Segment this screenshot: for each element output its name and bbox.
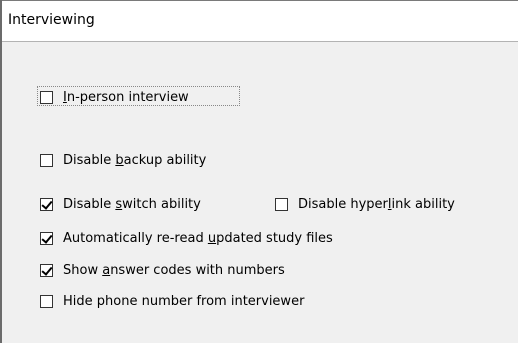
options-panel: In-person interview Disable backup abili…	[2, 42, 518, 343]
checkbox-label: Show answer codes with numbers	[63, 262, 285, 278]
checkbox-box[interactable]	[40, 153, 53, 167]
checkbox-label: Automatically re-read updated study file…	[63, 230, 333, 246]
checkbox-box[interactable]	[40, 263, 53, 277]
disable-hyperlink-ability-checkbox[interactable]: Disable hyperlink ability	[275, 194, 455, 214]
show-answer-codes-checkbox[interactable]: Show answer codes with numbers	[40, 260, 285, 280]
section-header: Interviewing	[2, 1, 518, 41]
in-person-interview-checkbox[interactable]: In-person interview	[40, 87, 189, 107]
disable-switch-ability-checkbox[interactable]: Disable switch ability	[40, 194, 201, 214]
checkbox-box[interactable]	[40, 294, 53, 308]
checkbox-label: Disable switch ability	[63, 196, 201, 212]
auto-reread-study-files-checkbox[interactable]: Automatically re-read updated study file…	[40, 228, 333, 248]
section-title: Interviewing	[8, 12, 95, 28]
disable-backup-ability-checkbox[interactable]: Disable backup ability	[40, 150, 206, 170]
checkbox-box[interactable]	[40, 197, 53, 211]
checkbox-box[interactable]	[40, 90, 53, 104]
checkbox-label: Disable hyperlink ability	[298, 196, 455, 212]
checkbox-box[interactable]	[40, 231, 53, 245]
checkbox-box[interactable]	[275, 197, 288, 211]
checkbox-label: Hide phone number from interviewer	[63, 293, 305, 309]
checkbox-label: Disable backup ability	[63, 152, 207, 168]
hide-phone-number-checkbox[interactable]: Hide phone number from interviewer	[40, 291, 304, 311]
checkbox-label: In-person interview	[63, 89, 189, 105]
